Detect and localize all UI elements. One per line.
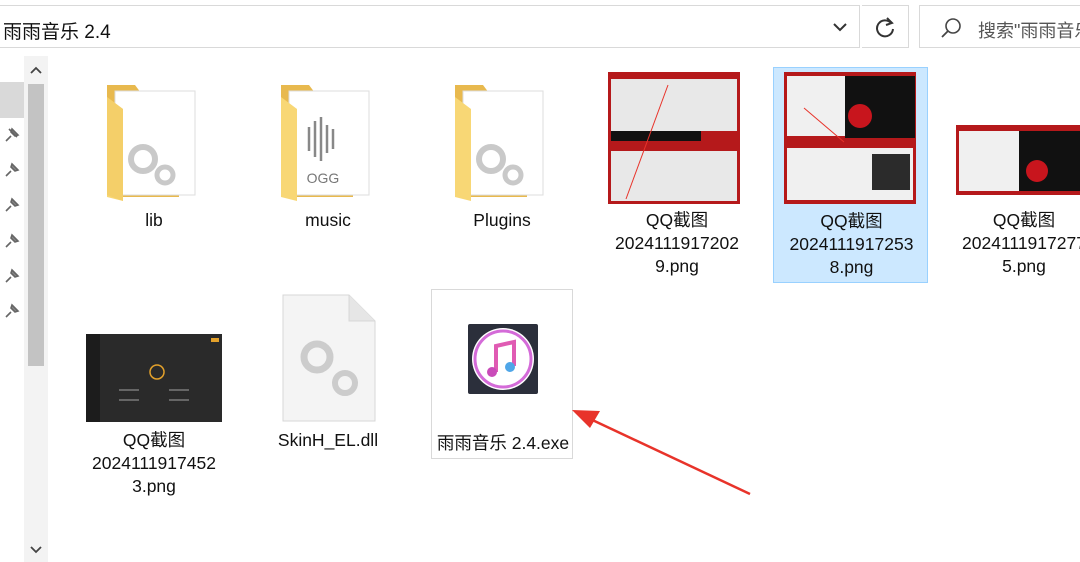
folder-icon [107,85,196,201]
pin-icon[interactable] [3,267,21,285]
file-item-lib[interactable]: lib [83,67,225,257]
search-icon [941,18,961,38]
address-bar[interactable]: 雨雨音乐 2.4 [0,5,860,48]
pin-icon[interactable] [3,302,21,320]
folder-icon [455,85,544,201]
file-name-line: QQ截图 [645,210,709,230]
music-app-icon [468,324,538,394]
file-name-line: QQ截图 [992,210,1056,230]
file-name-label: SkinH_EL.dll [277,430,379,450]
file-item-qq-screenshot-2[interactable]: QQ截图 2024111917253 8.png [773,67,928,283]
navigation-pane [0,56,24,562]
refresh-icon [876,17,894,38]
search-box[interactable]: 搜索"雨雨音乐 2.4" [919,5,1080,48]
file-name-line: 5.png [1002,256,1046,276]
file-item-skinh-el-dll[interactable]: SkinH_EL.dll [257,287,399,477]
file-name-line: 3.png [132,476,176,496]
file-name-label: QQ截图 2024111917277 5.png [953,209,1080,278]
file-name-line: 2024111917253 [789,234,914,254]
pin-icon[interactable] [3,161,21,179]
image-thumbnail [956,125,1080,195]
vertical-scrollbar[interactable] [24,56,48,562]
dll-file-icon [282,294,376,422]
folder-icon: OGG [281,85,370,201]
file-name-line: QQ截图 [122,430,186,450]
image-thumbnail [608,72,740,204]
nav-selected-item[interactable] [0,82,24,118]
pin-icon[interactable] [3,232,21,250]
file-item-plugins[interactable]: Plugins [431,67,573,257]
image-thumbnail [784,72,916,204]
file-name-line: 2024111917452 [92,453,216,473]
refresh-button[interactable] [862,5,909,48]
image-thumbnail [86,334,222,422]
file-name-label: 雨雨音乐 2.4.exe [436,433,570,453]
scroll-down-icon[interactable] [24,538,48,562]
file-item-exe[interactable]: 雨雨音乐 2.4.exe [431,289,573,459]
address-path[interactable]: 雨雨音乐 2.4 [3,17,111,44]
file-item-music[interactable]: OGG music [257,67,399,257]
chevron-down-icon[interactable] [825,14,855,40]
pin-icon[interactable] [3,196,21,214]
file-name-label: Plugins [473,210,531,230]
file-name-line: 2024111917202 [615,233,739,253]
file-name-label: lib [145,210,163,230]
file-name-line: QQ截图 [820,211,883,231]
pin-icon[interactable] [3,126,21,144]
file-name-label: music [305,210,351,230]
toolbar: 雨雨音乐 2.4 搜索"雨雨音乐 2.4" [0,0,1080,56]
file-name-label: QQ截图 2024111917253 8.png [774,210,929,279]
file-item-qq-screenshot-4[interactable]: QQ截图 2024111917452 3.png [83,287,225,503]
file-name-label: QQ截图 2024111917452 3.png [83,429,225,498]
file-name-line: 9.png [655,256,699,276]
file-name-line: 2024111917277 [962,233,1080,253]
scroll-up-icon[interactable] [24,56,48,84]
file-item-qq-screenshot-1[interactable]: QQ截图 2024111917202 9.png [606,67,748,283]
annotation-arrow [572,410,751,496]
svg-text:OGG: OGG [307,170,340,186]
file-item-qq-screenshot-3[interactable]: QQ截图 2024111917277 5.png [953,67,1080,283]
search-input[interactable]: 搜索"雨雨音乐 2.4" [978,17,1080,43]
file-name-label: QQ截图 2024111917202 9.png [606,209,748,278]
scrollbar-thumb[interactable] [28,84,44,366]
file-name-line: 8.png [829,257,874,277]
